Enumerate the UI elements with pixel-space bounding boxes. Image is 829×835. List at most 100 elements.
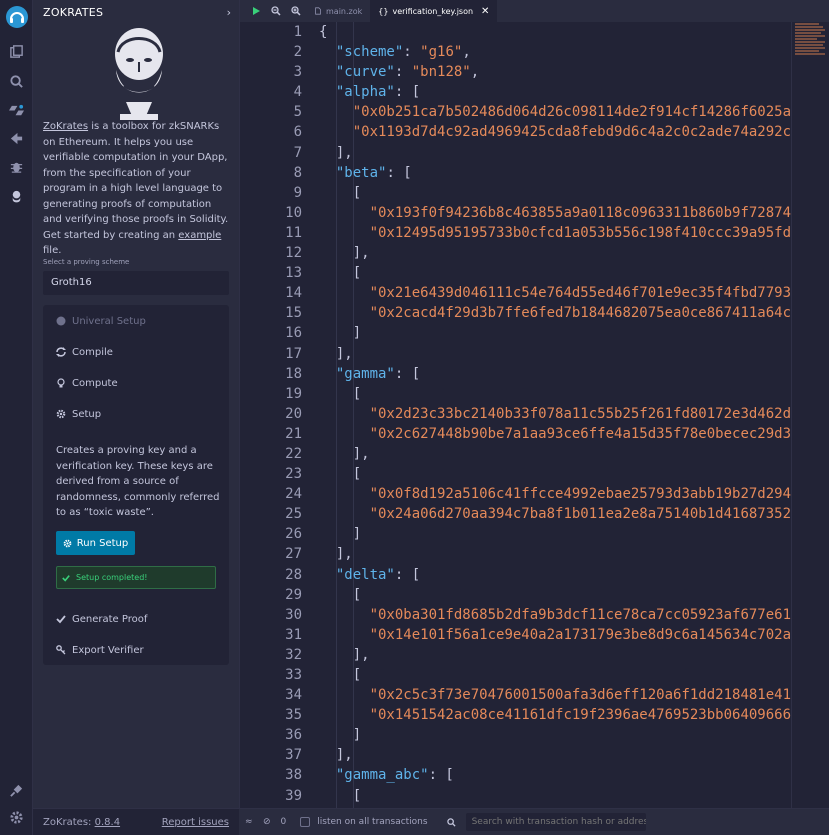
line-number: 20: [285, 405, 302, 422]
compute-step[interactable]: Compute: [56, 376, 118, 390]
line-number: 13: [285, 265, 302, 282]
code-punctuation: ],: [319, 546, 353, 563]
line-number: 30: [285, 606, 302, 623]
file-icon: [315, 7, 321, 15]
code-line: ],: [319, 544, 791, 564]
run-setup-button[interactable]: Run Setup: [56, 531, 135, 555]
line-number: 12: [285, 245, 302, 262]
line-number: 15: [285, 305, 302, 322]
plugin-manager-icon[interactable]: [0, 779, 33, 801]
sync-icon: [56, 347, 66, 357]
line-number: 29: [285, 586, 302, 603]
code-line: "0x2cacd4f29d3b7ffe6fed7b1844682075ea0ce…: [319, 303, 791, 323]
code-line: {: [319, 22, 791, 42]
line-number: 8: [293, 164, 302, 181]
json-string: "g16": [420, 44, 463, 61]
code-line: ]: [319, 725, 791, 745]
line-number: 4: [293, 84, 302, 101]
run-script-icon[interactable]: [246, 6, 266, 16]
solidity-compiler-icon[interactable]: [0, 99, 33, 121]
editor-pane: main.zok {} verification_key.json ✕ 1234…: [239, 0, 829, 808]
chevrons-up-icon[interactable]: ≈: [245, 817, 257, 827]
proving-scheme-select[interactable]: Groth16: [43, 271, 229, 295]
search-icon[interactable]: [0, 70, 33, 92]
listen-all-checkbox[interactable]: [300, 817, 311, 827]
code-line: "0x2d23c33bc2140b33f078a11c55b25f261fd80…: [319, 404, 791, 424]
code-line: ]: [319, 524, 791, 544]
line-number: 28: [285, 566, 302, 583]
code-line: [: [319, 665, 791, 685]
json-string: "0x14e101f56a1ce9e40a2a173179e3be8d9c6a1…: [369, 626, 791, 643]
example-link[interactable]: example: [178, 230, 221, 241]
code-punctuation: [319, 44, 336, 60]
report-issues-link[interactable]: Report issues: [162, 817, 229, 828]
code-punctuation: [319, 64, 336, 80]
code-line: [: [319, 585, 791, 605]
line-number: 7: [293, 144, 302, 161]
code-line: "0x0b251ca7b502486d064d26c098114de2f914c…: [319, 102, 791, 122]
minimap[interactable]: [793, 22, 829, 66]
zoom-out-icon[interactable]: [266, 6, 286, 16]
json-key: "scheme": [335, 44, 404, 61]
code-punctuation: : [: [394, 84, 421, 101]
settings-gear-icon[interactable]: [0, 806, 33, 828]
code-punctuation: [319, 205, 370, 221]
editor-scrollbar[interactable]: [791, 22, 829, 808]
code-line: "0x14e101f56a1ce9e40a2a173179e3be8d9c6a1…: [319, 625, 791, 645]
code-punctuation: :: [403, 44, 421, 61]
json-key: "beta": [335, 164, 387, 181]
code-punctuation: [319, 84, 336, 100]
export-verifier-step[interactable]: Export Verifier: [56, 643, 144, 657]
version-link[interactable]: 0.8.4: [95, 817, 120, 828]
generate-proof-step[interactable]: Generate Proof: [56, 612, 147, 626]
clear-console-icon[interactable]: ⊘: [263, 817, 271, 827]
transaction-search-input[interactable]: [465, 813, 646, 831]
code-line: "gamma": [: [319, 364, 791, 384]
zokrates-plugin-icon[interactable]: [0, 185, 33, 207]
file-explorer-icon[interactable]: [0, 40, 33, 62]
code-punctuation: [319, 285, 370, 301]
check-icon: [62, 574, 70, 582]
deploy-run-icon[interactable]: [0, 127, 33, 149]
line-number: 22: [285, 445, 302, 462]
json-string: "0x2d23c33bc2140b33f078a11c55b25f261fd80…: [369, 405, 791, 422]
code-punctuation: [319, 104, 353, 120]
plugin-intro: ZoKrates is a toolbox for zkSNARKs on Et…: [43, 119, 233, 259]
generate-proof-label: Generate Proof: [72, 613, 148, 625]
line-number: 18: [285, 365, 302, 382]
code-line: "scheme": "g16",: [319, 42, 791, 62]
code-line: "gamma_abc": [: [319, 765, 791, 785]
json-string: "0x24a06d270aa394c7ba8f1b011ea2e8a75140b…: [369, 506, 791, 523]
intro-text-1: is a toolbox for zkSNARKs on Ethereum. I…: [43, 121, 229, 241]
chevron-right-icon[interactable]: ›: [227, 6, 231, 19]
code-line: [: [319, 464, 791, 484]
line-number: 26: [285, 526, 302, 543]
plugin-status-bar: ZoKrates: 0.8.4 Report issues: [33, 808, 239, 835]
code-punctuation: ,: [470, 64, 480, 81]
code-area[interactable]: { "scheme": "g16", "curve": "bn128", "al…: [319, 22, 791, 808]
setup-step[interactable]: Setup: [56, 407, 101, 421]
line-number: 35: [285, 707, 302, 724]
code-line: "0x2c627448b90be7a1aa93ce6ffe4a15d35f78e…: [319, 424, 791, 444]
compile-step[interactable]: Compile: [56, 345, 113, 359]
code-punctuation: ]: [319, 727, 362, 744]
zoom-in-icon[interactable]: [286, 6, 306, 16]
line-number: 27: [285, 546, 302, 563]
debugger-icon[interactable]: [0, 155, 33, 177]
line-number: 9: [293, 184, 302, 201]
json-string: "0x2c5c3f73e70476001500afa3d6eff120a6f1d…: [369, 687, 791, 704]
close-tab-icon[interactable]: ✕: [481, 6, 489, 17]
code-line: "0x2c5c3f73e70476001500afa3d6eff120a6f1d…: [319, 685, 791, 705]
code-punctuation: [319, 707, 370, 723]
lightbulb-icon: [57, 378, 65, 388]
tab-main-zok[interactable]: main.zok: [306, 0, 370, 22]
code-punctuation: [319, 486, 370, 502]
code-punctuation: [319, 406, 370, 422]
zokrates-link[interactable]: ZoKrates: [43, 121, 88, 132]
remix-logo-icon[interactable]: [0, 2, 33, 32]
line-number: 23: [285, 466, 302, 483]
code-line: "0x1451542ac08ce41161dfc19f2396ae4769523…: [319, 705, 791, 725]
terminal-bar: ≈ ⊘ 0 listen on all transactions: [239, 808, 829, 835]
line-number: 14: [285, 285, 302, 302]
tab-verification-key[interactable]: {} verification_key.json ✕: [370, 0, 498, 22]
